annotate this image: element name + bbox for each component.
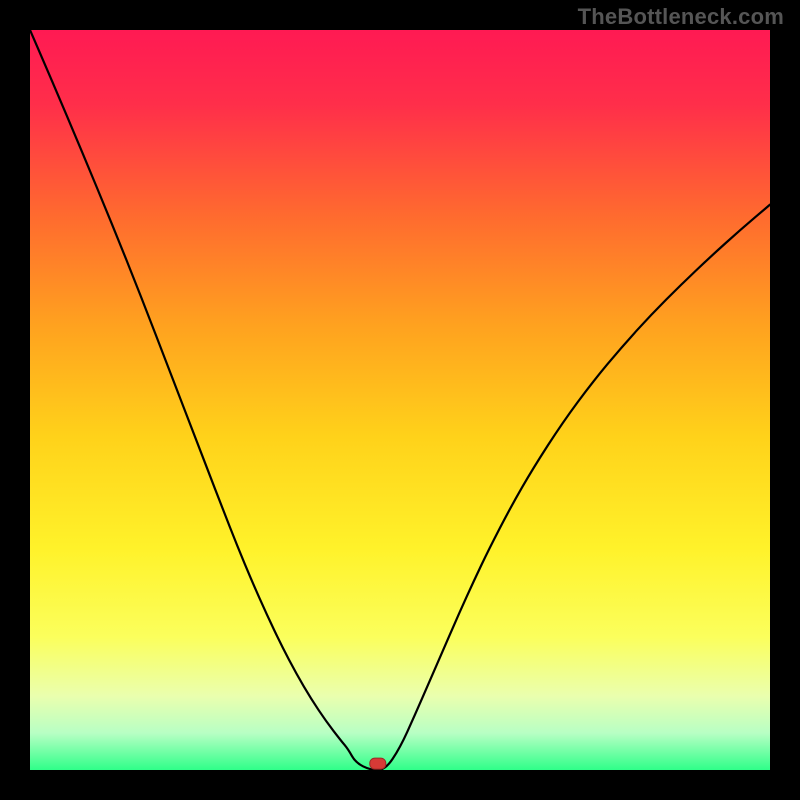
watermark-text: TheBottleneck.com [578,4,784,30]
chart-svg [30,30,770,770]
optimal-point-marker [370,758,386,769]
gradient-background [30,30,770,770]
plot-area [30,30,770,770]
chart-frame: TheBottleneck.com [0,0,800,800]
